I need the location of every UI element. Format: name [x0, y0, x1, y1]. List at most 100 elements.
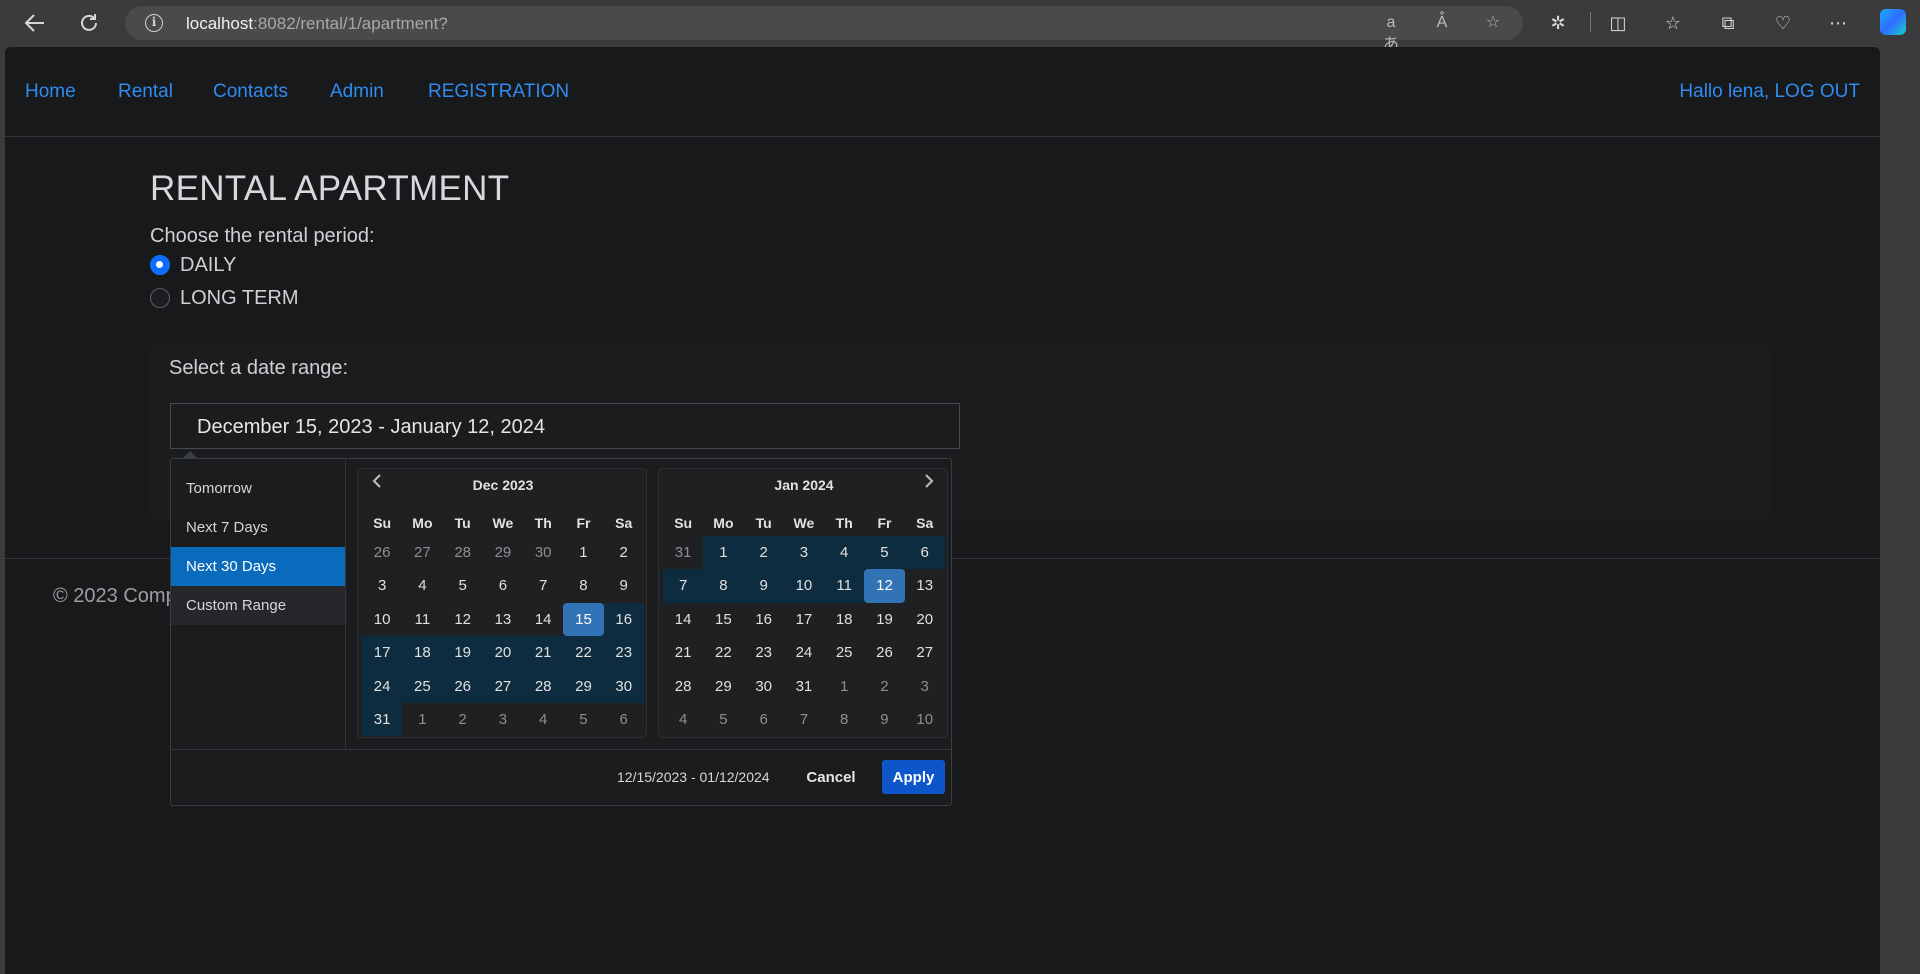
- collections-icon[interactable]: ⧉: [1715, 10, 1741, 36]
- calendar-day[interactable]: 5: [864, 536, 905, 570]
- address-bar[interactable]: i localhost:8082/rental/1/apartment? aあ …: [125, 6, 1523, 53]
- calendar-day[interactable]: 18: [402, 636, 443, 670]
- cancel-button[interactable]: Cancel: [801, 761, 861, 794]
- calendar-day[interactable]: 25: [824, 636, 864, 669]
- calendar-day[interactable]: 5: [563, 703, 603, 736]
- calendar-day[interactable]: 8: [563, 569, 603, 602]
- calendar-day[interactable]: 7: [523, 569, 563, 602]
- calendar-day[interactable]: 26: [362, 536, 402, 569]
- calendar-day[interactable]: 14: [663, 603, 703, 636]
- refresh-icon[interactable]: [74, 8, 104, 38]
- calendar-day[interactable]: 2: [864, 670, 904, 703]
- calendar-day[interactable]: 8: [703, 569, 744, 603]
- calendar-day[interactable]: 9: [864, 703, 904, 736]
- calendar-day[interactable]: 1: [703, 536, 744, 570]
- calendar-day[interactable]: 1: [402, 703, 442, 736]
- calendar-day[interactable]: 5: [443, 569, 483, 602]
- calendar-day[interactable]: 7: [784, 703, 824, 736]
- calendar-day[interactable]: 15: [703, 603, 743, 636]
- range-custom[interactable]: Custom Range: [171, 586, 345, 625]
- nav-contacts[interactable]: Contacts: [213, 81, 288, 103]
- back-icon[interactable]: [20, 8, 50, 38]
- calendar-day[interactable]: 4: [402, 569, 442, 602]
- calendar-day[interactable]: 25: [402, 669, 443, 703]
- calendar-day[interactable]: 3: [783, 536, 825, 570]
- calendar-day[interactable]: 1: [824, 670, 864, 703]
- calendar-day[interactable]: 20: [905, 603, 945, 636]
- calendar-day[interactable]: 28: [443, 536, 483, 569]
- calendar-day[interactable]: 30: [744, 670, 784, 703]
- favorite-star-icon[interactable]: ☆: [1482, 12, 1504, 34]
- scrollbar[interactable]: [1880, 47, 1920, 974]
- calendar-day[interactable]: 21: [523, 636, 564, 670]
- calendar-day[interactable]: 17: [784, 603, 824, 636]
- calendar-day[interactable]: 17: [362, 636, 403, 670]
- calendar-day[interactable]: 6: [483, 569, 523, 602]
- calendar-day[interactable]: 30: [603, 669, 644, 703]
- calendar-day[interactable]: 27: [482, 669, 524, 703]
- next-month-icon[interactable]: [919, 474, 939, 494]
- range-tomorrow[interactable]: Tomorrow: [171, 469, 345, 508]
- nav-registration[interactable]: REGISTRATION: [428, 81, 569, 103]
- read-aloud-icon[interactable]: A͒: [1431, 12, 1453, 34]
- site-info-icon[interactable]: i: [145, 14, 163, 32]
- calendar-day[interactable]: 19: [442, 636, 483, 670]
- calendar-day[interactable]: 22: [703, 636, 743, 669]
- translate-icon[interactable]: aあ: [1380, 12, 1402, 53]
- browser-essentials-icon[interactable]: ♡: [1770, 10, 1796, 36]
- calendar-day[interactable]: 28: [663, 670, 703, 703]
- calendar-day[interactable]: 22: [563, 636, 604, 670]
- calendar-day[interactable]: 30: [523, 536, 563, 569]
- calendar-day[interactable]: 6: [604, 703, 644, 736]
- calendar-day[interactable]: 31: [784, 670, 824, 703]
- radio-daily[interactable]: DAILY: [150, 253, 236, 277]
- calendar-day[interactable]: 13: [483, 603, 523, 636]
- range-next-30-days[interactable]: Next 30 Days: [171, 547, 345, 586]
- calendar-day[interactable]: 24: [362, 669, 403, 703]
- calendar-day[interactable]: 16: [603, 602, 644, 637]
- calendar-day[interactable]: 27: [905, 636, 945, 669]
- copilot-icon[interactable]: [1880, 9, 1906, 35]
- apply-button[interactable]: Apply: [882, 760, 945, 794]
- calendar-day[interactable]: 26: [442, 669, 483, 703]
- calendar-day[interactable]: 5: [703, 703, 743, 736]
- calendar-day[interactable]: 11: [402, 603, 442, 636]
- favorites-icon[interactable]: ☆: [1660, 10, 1686, 36]
- calendar-day[interactable]: 26: [864, 636, 904, 669]
- date-range-input[interactable]: December 15, 2023 - January 12, 2024: [170, 403, 960, 449]
- calendar-day[interactable]: 7: [663, 569, 704, 603]
- calendar-day[interactable]: 23: [744, 636, 784, 669]
- more-menu-icon[interactable]: ⋯: [1825, 10, 1851, 36]
- calendar-day[interactable]: 3: [905, 670, 945, 703]
- calendar-day[interactable]: 27: [402, 536, 442, 569]
- calendar-day[interactable]: 18: [824, 603, 864, 636]
- calendar-day[interactable]: 15: [563, 602, 604, 637]
- calendar-day[interactable]: 12: [443, 603, 483, 636]
- radio-daily-input[interactable]: [150, 255, 170, 275]
- calendar-day[interactable]: 6: [744, 703, 784, 736]
- nav-rental[interactable]: Rental: [118, 81, 173, 103]
- split-screen-icon[interactable]: ◫: [1605, 10, 1631, 36]
- calendar-day[interactable]: 29: [483, 536, 523, 569]
- nav-home[interactable]: Home: [25, 81, 76, 103]
- calendar-day[interactable]: 14: [523, 603, 563, 636]
- calendar-day[interactable]: 16: [744, 603, 784, 636]
- calendar-day[interactable]: 10: [783, 569, 825, 603]
- calendar-day[interactable]: 29: [703, 670, 743, 703]
- calendar-day[interactable]: 1: [563, 536, 603, 569]
- nav-user-logout[interactable]: Hallo lena, LOG OUT: [1679, 81, 1860, 103]
- calendar-day[interactable]: 28: [523, 669, 564, 703]
- calendar-day[interactable]: 2: [604, 536, 644, 569]
- calendar-day[interactable]: 8: [824, 703, 864, 736]
- calendar-day[interactable]: 29: [563, 669, 604, 703]
- calendar-day[interactable]: 20: [482, 636, 524, 670]
- calendar-day[interactable]: 24: [784, 636, 824, 669]
- calendar-day[interactable]: 3: [362, 569, 402, 602]
- calendar-day[interactable]: 11: [824, 569, 865, 603]
- calendar-day[interactable]: 4: [824, 536, 865, 570]
- calendar-day[interactable]: 4: [523, 703, 563, 736]
- calendar-day[interactable]: 12: [864, 569, 905, 603]
- calendar-day[interactable]: 19: [864, 603, 904, 636]
- extensions-icon[interactable]: ✲: [1545, 10, 1571, 36]
- calendar-day[interactable]: 2: [443, 703, 483, 736]
